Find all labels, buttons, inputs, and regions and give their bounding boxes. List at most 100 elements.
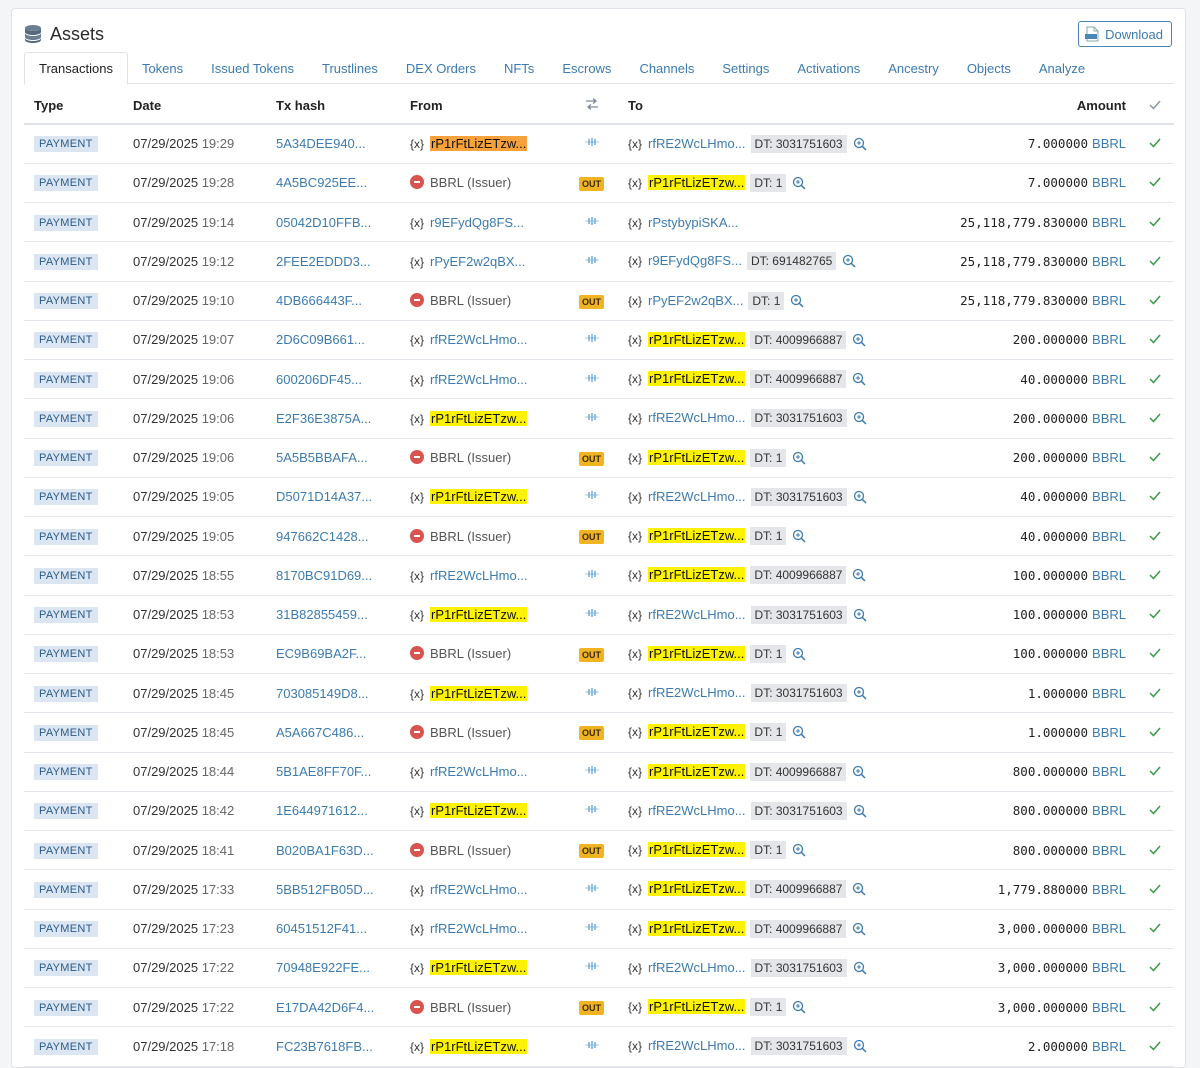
table-row[interactable]: PAYMENT 07/29/2025 19:29 5A34DEE940... {x} r… bbox=[24, 124, 1174, 164]
tx-hash-link[interactable]: 70948E922FE... bbox=[276, 960, 370, 975]
currency-link[interactable]: BBRL bbox=[1092, 175, 1126, 190]
tx-hash-link[interactable]: 05042D10FFB... bbox=[276, 215, 371, 230]
magnifier-icon[interactable] bbox=[792, 843, 806, 857]
address-link[interactable]: rfRE2WcLHmo... bbox=[648, 136, 746, 151]
tx-hash-link[interactable]: 947662C1428... bbox=[276, 529, 369, 544]
address-link[interactable]: rP1rFtLizETzw... bbox=[430, 1038, 528, 1054]
tab-activations[interactable]: Activations bbox=[783, 52, 874, 84]
address-link[interactable]: rP1rFtLizETzw... bbox=[648, 331, 746, 347]
table-row[interactable]: PAYMENT 07/29/2025 17:22 E17DA42D6F4... BBR… bbox=[24, 987, 1174, 1028]
table-row[interactable]: PAYMENT 07/29/2025 19:06 600206DF45... {x} r… bbox=[24, 359, 1174, 400]
address-link[interactable]: rfRE2WcLHmo... bbox=[430, 882, 528, 897]
tx-hash-link[interactable]: 4DB666443F... bbox=[276, 293, 362, 308]
download-button[interactable]: Download bbox=[1078, 21, 1172, 47]
currency-link[interactable]: BBRL bbox=[1092, 293, 1126, 308]
currency-link[interactable]: BBRL bbox=[1092, 607, 1126, 622]
address-link[interactable]: rPyEF2w2qBX... bbox=[430, 254, 525, 269]
magnifier-icon[interactable] bbox=[852, 765, 866, 779]
tx-hash-link[interactable]: 5B1AE8FF70F... bbox=[276, 764, 371, 779]
address-link[interactable]: r9EFydQg8FS... bbox=[648, 253, 742, 268]
table-row[interactable]: PAYMENT 07/29/2025 18:45 A5A667C486... BBRL… bbox=[24, 712, 1174, 753]
currency-link[interactable]: BBRL bbox=[1092, 411, 1126, 426]
tx-hash-link[interactable]: 2D6C09B661... bbox=[276, 332, 365, 347]
address-link[interactable]: rfRE2WcLHmo... bbox=[648, 410, 746, 425]
currency-link[interactable]: BBRL bbox=[1092, 489, 1126, 504]
magnifier-icon[interactable] bbox=[852, 372, 866, 386]
currency-link[interactable]: BBRL bbox=[1092, 646, 1126, 661]
tx-hash-link[interactable]: 31B82855459... bbox=[276, 607, 368, 622]
tab-tokens[interactable]: Tokens bbox=[128, 52, 197, 84]
address-link[interactable]: rP1rFtLizETzw... bbox=[648, 881, 746, 897]
address-link[interactable]: rP1rFtLizETzw... bbox=[648, 920, 746, 936]
magnifier-icon[interactable] bbox=[792, 176, 806, 190]
address-link[interactable]: rfRE2WcLHmo... bbox=[648, 803, 746, 818]
address-link[interactable]: rfRE2WcLHmo... bbox=[648, 607, 746, 622]
magnifier-icon[interactable] bbox=[852, 333, 866, 347]
address-link[interactable]: rP1rFtLizETzw... bbox=[648, 528, 746, 544]
tab-escrows[interactable]: Escrows bbox=[548, 52, 625, 84]
magnifier-icon[interactable] bbox=[853, 1039, 867, 1053]
address-link[interactable]: r9EFydQg8FS... bbox=[430, 215, 524, 230]
address-link[interactable]: rP1rFtLizETzw... bbox=[648, 763, 746, 779]
currency-link[interactable]: BBRL bbox=[1092, 686, 1126, 701]
currency-link[interactable]: BBRL bbox=[1092, 882, 1126, 897]
currency-link[interactable]: BBRL bbox=[1092, 764, 1126, 779]
issuer-label[interactable]: BBRL (Issuer) bbox=[430, 725, 511, 740]
tx-hash-link[interactable]: 703085149D8... bbox=[276, 686, 369, 701]
currency-link[interactable]: BBRL bbox=[1092, 921, 1126, 936]
currency-link[interactable]: BBRL bbox=[1092, 215, 1126, 230]
address-link[interactable]: rP1rFtLizETzw... bbox=[430, 489, 528, 505]
issuer-label[interactable]: BBRL (Issuer) bbox=[430, 175, 511, 190]
currency-link[interactable]: BBRL bbox=[1092, 450, 1126, 465]
address-link[interactable]: rP1rFtLizETzw... bbox=[430, 803, 528, 819]
currency-link[interactable]: BBRL bbox=[1092, 254, 1126, 269]
tx-hash-link[interactable]: E2F36E3875A... bbox=[276, 411, 371, 426]
table-row[interactable]: PAYMENT 07/29/2025 18:45 703085149D8... {x}… bbox=[24, 673, 1174, 714]
table-row[interactable]: PAYMENT 07/29/2025 19:06 5A5B5BBAFA... BBRL… bbox=[24, 438, 1174, 478]
tx-hash-link[interactable]: E17DA42D6F4... bbox=[276, 1000, 374, 1015]
table-row[interactable]: PAYMENT 07/29/2025 18:55 8170BC91D69... {x}… bbox=[24, 555, 1174, 596]
address-link[interactable]: rP1rFtLizETzw... bbox=[430, 685, 528, 701]
table-row[interactable]: PAYMENT 07/29/2025 19:14 05042D10FFB... {x}… bbox=[24, 202, 1174, 243]
currency-link[interactable]: BBRL bbox=[1092, 568, 1126, 583]
table-row[interactable]: PAYMENT 07/29/2025 19:05 947662C1428... BBR… bbox=[24, 516, 1174, 557]
tx-hash-link[interactable]: 5BB512FB05D... bbox=[276, 882, 374, 897]
issuer-label[interactable]: BBRL (Issuer) bbox=[430, 450, 511, 465]
address-link[interactable]: rfRE2WcLHmo... bbox=[430, 332, 528, 347]
tx-hash-link[interactable]: 600206DF45... bbox=[276, 372, 362, 387]
tab-objects[interactable]: Objects bbox=[953, 52, 1025, 84]
address-link[interactable]: rP1rFtLizETzw... bbox=[648, 645, 746, 661]
tx-hash-link[interactable]: A5A667C486... bbox=[276, 725, 364, 740]
address-link[interactable]: rPyEF2w2qBX... bbox=[648, 293, 743, 308]
issuer-label[interactable]: BBRL (Issuer) bbox=[430, 1000, 511, 1015]
col-direction[interactable] bbox=[565, 88, 618, 125]
address-link[interactable]: rP1rFtLizETzw... bbox=[648, 724, 746, 740]
address-link[interactable]: rP1rFtLizETzw... bbox=[430, 410, 528, 426]
magnifier-icon[interactable] bbox=[853, 137, 867, 151]
magnifier-icon[interactable] bbox=[792, 725, 806, 739]
table-row[interactable]: PAYMENT 07/29/2025 19:05 D5071D14A37... {x}… bbox=[24, 477, 1174, 518]
currency-link[interactable]: BBRL bbox=[1092, 803, 1126, 818]
tx-hash-link[interactable]: 5A5B5BBAFA... bbox=[276, 450, 368, 465]
address-link[interactable]: rP1rFtLizETzw... bbox=[648, 999, 746, 1015]
table-row[interactable]: PAYMENT 07/29/2025 17:23 60451512F41... {x}… bbox=[24, 909, 1174, 949]
table-row[interactable]: PAYMENT 07/29/2025 18:41 B020BA1F63D... BBR… bbox=[24, 830, 1174, 871]
table-row[interactable]: PAYMENT 07/29/2025 17:22 70948E922FE... {x}… bbox=[24, 948, 1174, 989]
address-link[interactable]: rfRE2WcLHmo... bbox=[430, 921, 528, 936]
address-link[interactable]: rP1rFtLizETzw... bbox=[430, 136, 528, 152]
table-row[interactable]: PAYMENT 07/29/2025 17:33 5BB512FB05D... {x}… bbox=[24, 869, 1174, 910]
address-link[interactable]: rP1rFtLizETzw... bbox=[648, 449, 746, 465]
tab-settings[interactable]: Settings bbox=[708, 52, 783, 84]
table-row[interactable]: PAYMENT 07/29/2025 19:12 2FEE2EDDD3... {x} r… bbox=[24, 241, 1174, 282]
magnifier-icon[interactable] bbox=[792, 529, 806, 543]
issuer-label[interactable]: BBRL (Issuer) bbox=[430, 843, 511, 858]
table-row[interactable]: PAYMENT 07/29/2025 18:53 31B82855459... {x}… bbox=[24, 595, 1174, 635]
address-link[interactable]: rP1rFtLizETzw... bbox=[648, 842, 746, 858]
issuer-label[interactable]: BBRL (Issuer) bbox=[430, 293, 511, 308]
currency-link[interactable]: BBRL bbox=[1092, 372, 1126, 387]
currency-link[interactable]: BBRL bbox=[1092, 1000, 1126, 1015]
tx-hash-link[interactable]: 4A5BC925EE... bbox=[276, 175, 367, 190]
tx-hash-link[interactable]: EC9B69BA2F... bbox=[276, 646, 366, 661]
table-row[interactable]: PAYMENT 07/29/2025 19:28 4A5BC925EE... BBRL… bbox=[24, 163, 1174, 204]
address-link[interactable]: rPstybypiSKA... bbox=[648, 215, 738, 230]
